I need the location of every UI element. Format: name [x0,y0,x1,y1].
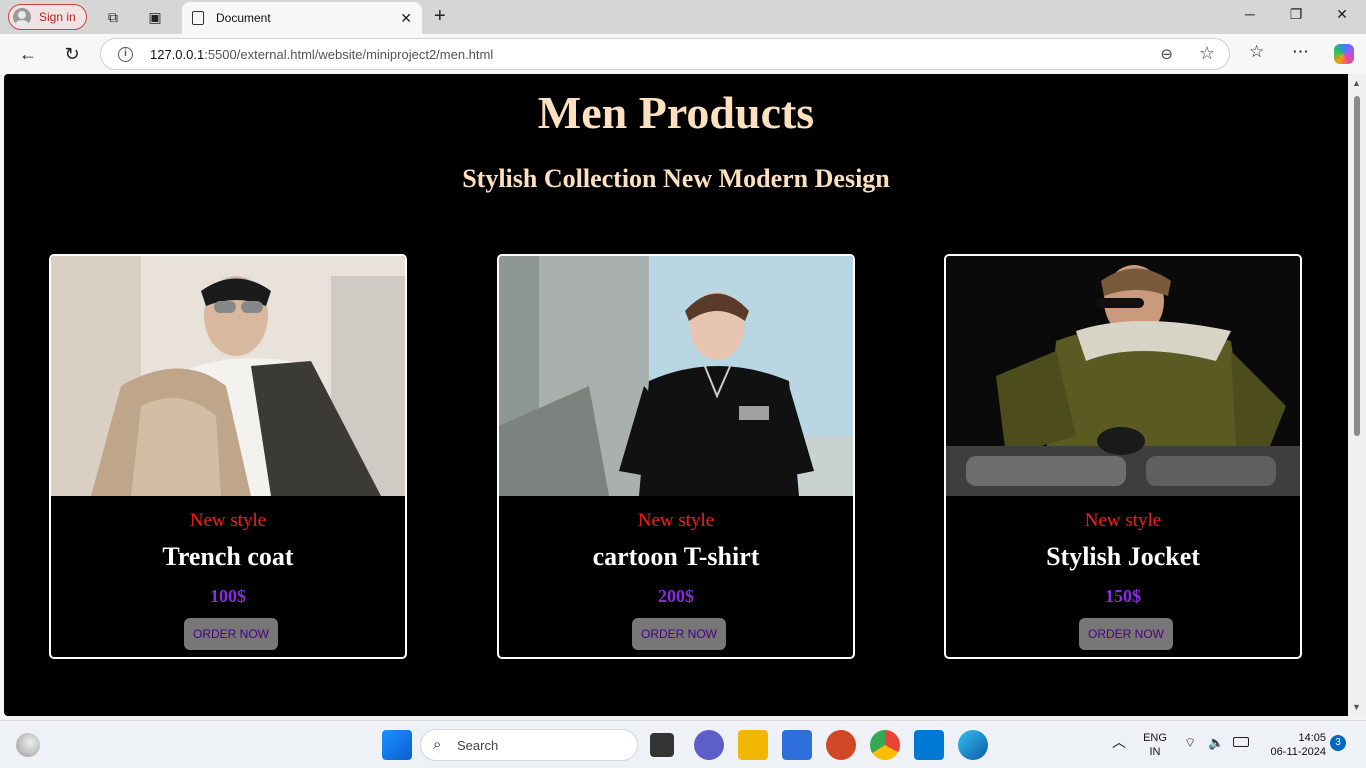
refresh-icon[interactable]: ↻ [61,43,83,65]
language-code: ENG [1143,732,1167,744]
language-indicator[interactable]: ENG IN [1140,731,1170,759]
product-price: 200$ [658,586,694,606]
close-window-icon[interactable]: ✕ [1332,6,1352,23]
product-image-stylish-jocket [946,256,1300,496]
address-toolbar: ← ↻ i 127.0.0.1:5500/external.html/websi… [0,34,1366,74]
clock-date: 06-11-2024 [1270,746,1326,758]
scrollbar-thumb[interactable] [1354,96,1360,436]
page-viewport: Men Products Stylish Collection New Mode… [4,74,1348,716]
profile-avatar-icon [13,8,31,26]
powerpoint-icon[interactable] [826,730,856,760]
sign-in-label: Sign in [39,10,76,24]
new-tab-button[interactable]: + [434,5,446,28]
file-explorer-icon[interactable] [738,730,768,760]
store-icon[interactable] [782,730,812,760]
product-card: New style Trench coat 100$ ORDER NOW [49,254,407,659]
clock[interactable]: 14:05 06-11-2024 [1260,731,1326,759]
windows-start-icon[interactable] [382,730,412,760]
scroll-up-icon[interactable]: ▲ [1352,78,1361,88]
restore-icon[interactable]: ❐ [1286,6,1306,23]
product-price: 100$ [210,586,246,606]
order-now-button[interactable]: ORDER NOW [632,618,726,650]
page-title: Men Products [537,87,815,138]
workspaces-icon[interactable]: ⧉ [103,7,123,27]
vertical-scrollbar[interactable]: ▲ ▼ [1348,74,1366,716]
back-icon[interactable]: ← [17,43,39,65]
browser-tab[interactable]: Document ✕ [182,2,422,34]
sign-in-button[interactable]: Sign in [8,4,87,30]
tab-title: Document [216,11,271,25]
product-image-trench-coat [51,256,405,496]
region-code: IN [1149,746,1161,758]
product-card: New style cartoon T-shirt 200$ ORDER NOW [497,254,855,659]
copilot-icon[interactable] [1334,44,1354,64]
product-name: cartoon T-shirt [592,542,760,571]
more-options-icon[interactable]: ⋯ [1292,42,1309,62]
address-bar[interactable]: i 127.0.0.1:5500/external.html/website/m… [100,38,1230,70]
scroll-down-icon[interactable]: ▼ [1352,702,1361,712]
order-now-button[interactable]: ORDER NOW [1079,618,1173,650]
product-tag: New style [189,510,267,531]
wifi-icon[interactable]: ⌔ [1184,736,1196,750]
tab-actions-icon[interactable]: ▣ [145,7,165,27]
notification-badge[interactable]: 3 [1330,735,1346,751]
battery-icon[interactable] [1233,737,1249,747]
close-tab-icon[interactable]: ✕ [400,10,412,27]
product-price: 150$ [1105,586,1141,606]
favorite-star-icon[interactable]: ☆ [1199,43,1215,64]
tab-bar: Sign in ⧉ ▣ Document ✕ + ─ ❐ ✕ [0,0,1366,34]
document-icon [192,11,204,25]
show-hidden-icons-icon[interactable]: ︿ [1112,735,1126,749]
weather-widget-icon[interactable] [16,733,40,757]
site-info-icon[interactable]: i [118,47,133,62]
product-card: New style Stylish Jocket 150$ ORDER NOW [944,254,1302,659]
taskbar: ⌕ Search ︿ ENG IN ⌔ 🔈 14:05 06-11-2024 3 [0,720,1366,768]
order-now-button[interactable]: ORDER NOW [184,618,278,650]
minimize-icon[interactable]: ─ [1240,6,1260,22]
zoom-icon[interactable]: ⊖ [1160,45,1173,63]
product-name: Stylish Jocket [1046,542,1200,571]
product-name: Trench coat [162,542,294,571]
url-text[interactable]: 127.0.0.1:5500/external.html/website/min… [150,47,493,62]
search-icon: ⌕ [433,736,442,753]
chat-icon[interactable] [694,730,724,760]
page-subtitle: Stylish Collection New Modern Design [462,164,890,193]
edge-icon[interactable] [958,730,988,760]
volume-icon[interactable]: 🔈 [1208,736,1224,750]
product-tag: New style [1084,510,1162,531]
chrome-icon[interactable] [870,730,900,760]
clock-time: 14:05 [1298,732,1326,744]
product-tag: New style [637,510,715,531]
favorites-icon[interactable]: ☆ [1249,42,1264,62]
taskbar-search-input[interactable]: ⌕ Search [420,729,638,761]
product-image-cartoon-tshirt [499,256,853,496]
task-view-icon[interactable] [650,733,674,757]
taskbar-search-placeholder: Search [457,738,499,753]
vscode-icon[interactable] [914,730,944,760]
